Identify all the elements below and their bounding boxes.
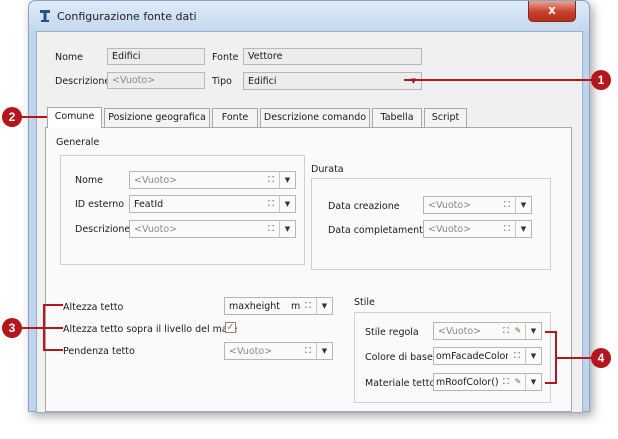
tipo-select[interactable]: Edifici ▼ xyxy=(243,72,422,90)
descrizione-label: Descrizione xyxy=(55,76,111,87)
tab-fonte[interactable]: Fonte xyxy=(212,108,258,127)
callout-4: 4 xyxy=(591,348,611,368)
close-button[interactable]: x xyxy=(528,1,576,22)
callout-3-tick-bottom xyxy=(43,349,63,351)
expression-icon[interactable]: ⛶ xyxy=(266,175,276,185)
chevron-down-icon[interactable]: ▼ xyxy=(515,221,531,237)
gen-id-value: FeatId xyxy=(134,199,164,210)
colore-base-value: omFacadeColor() xyxy=(436,351,508,362)
callout-4-stem xyxy=(556,357,592,359)
pendenza-tetto-label: Pendenza tetto xyxy=(63,346,135,357)
tipo-label: Tipo xyxy=(212,76,232,87)
stile-regola-value: <Vuoto> xyxy=(438,326,482,337)
sopra-mare-checkbox[interactable]: ✓ xyxy=(225,322,236,333)
gen-id-label: ID esterno xyxy=(75,199,125,210)
callout-3-tick-mid xyxy=(43,327,63,329)
data-completamento-value: <Vuoto> xyxy=(428,224,472,235)
fonte-label: Fonte xyxy=(212,52,239,63)
descrizione-field[interactable]: <Vuoto> xyxy=(107,72,205,89)
chevron-down-icon[interactable]: ▼ xyxy=(279,196,295,212)
chevron-down-icon[interactable]: ▼ xyxy=(525,374,541,390)
chevron-down-icon[interactable]: ▼ xyxy=(279,172,295,188)
altezza-tetto-label: Altezza tetto xyxy=(63,302,124,313)
durata-title: Durata xyxy=(311,164,344,175)
expression-icon[interactable]: ⛶ xyxy=(303,346,313,356)
callout-4-tick-bottom xyxy=(545,382,557,384)
tab-script[interactable]: Script xyxy=(424,108,467,127)
callout-3-stem xyxy=(22,327,44,329)
data-completamento-label: Data completamento xyxy=(328,225,429,236)
expression-icon[interactable]: ⛶ xyxy=(512,351,522,361)
gen-nome-value: <Vuoto> xyxy=(134,175,178,186)
data-creazione-combo[interactable]: <Vuoto> ⛶ ▼ xyxy=(423,196,532,214)
expression-icon[interactable]: ⛶ xyxy=(501,377,511,387)
nome-field[interactable]: Edifici xyxy=(107,48,205,65)
tab-comune[interactable]: Comune xyxy=(47,107,102,128)
fonte-field[interactable]: Vettore xyxy=(243,48,422,65)
title-bar[interactable]: Configurazione fonte dati x xyxy=(29,1,589,31)
colore-base-label: Colore di base xyxy=(365,352,433,363)
tab-tabella[interactable]: Tabella xyxy=(372,108,422,127)
materiale-tetto-combo[interactable]: mRoofColor() ⛶ ✎ ▼ xyxy=(433,373,542,391)
pendenza-tetto-value: <Vuoto> xyxy=(229,346,273,357)
chevron-down-icon[interactable]: ▼ xyxy=(515,197,531,213)
callout-3-tick-top xyxy=(43,304,63,306)
materiale-tetto-label: Materiale tetto xyxy=(365,378,436,389)
gen-descrizione-value: <Vuoto> xyxy=(134,224,178,235)
callout-3: 3 xyxy=(2,318,22,338)
chevron-down-icon[interactable]: ▼ xyxy=(406,73,421,89)
chevron-down-icon[interactable]: ▼ xyxy=(316,298,332,314)
altezza-tetto-combo[interactable]: maxheight m ⛶ ▼ xyxy=(224,297,333,315)
altezza-tetto-value: maxheight xyxy=(229,301,280,312)
stile-regola-label: Stile regola xyxy=(365,327,419,338)
sopra-mare-label: Altezza tetto sopra il livello del mare xyxy=(63,324,238,335)
callout-1-line xyxy=(404,79,592,81)
generale-title: Generale xyxy=(56,137,100,148)
gen-descrizione-label: Descrizione xyxy=(75,224,131,235)
expression-icon[interactable]: ⛶ xyxy=(502,200,512,210)
gen-id-combo[interactable]: FeatId ⛶ ▼ xyxy=(129,195,296,213)
data-creazione-label: Data creazione xyxy=(328,201,400,212)
nome-label: Nome xyxy=(55,52,84,63)
altezza-tetto-unit: m xyxy=(291,301,301,312)
expression-icon[interactable]: ⛶ xyxy=(501,326,511,336)
expression-icon[interactable]: ⛶ xyxy=(266,224,276,234)
expression-icon[interactable]: ⛶ xyxy=(303,301,313,311)
gen-nome-label: Nome xyxy=(75,175,104,186)
gen-descrizione-combo[interactable]: <Vuoto> ⛶ ▼ xyxy=(129,220,296,238)
callout-2: 2 xyxy=(2,107,22,127)
window-title: Configurazione fonte dati xyxy=(57,10,197,23)
stile-regola-combo[interactable]: <Vuoto> ⛶ ✎ ▼ xyxy=(433,322,542,340)
data-completamento-combo[interactable]: <Vuoto> ⛶ ▼ xyxy=(423,220,532,238)
stile-title: Stile xyxy=(354,297,375,308)
data-creazione-value: <Vuoto> xyxy=(428,200,472,211)
tipo-select-value: Edifici xyxy=(248,76,277,87)
pencil-icon[interactable]: ✎ xyxy=(513,377,523,387)
chevron-down-icon[interactable]: ▼ xyxy=(525,323,541,339)
tab-descrizione-comando[interactable]: Descrizione comando xyxy=(260,108,370,127)
gen-nome-combo[interactable]: <Vuoto> ⛶ ▼ xyxy=(129,171,296,189)
chevron-down-icon[interactable]: ▼ xyxy=(525,348,541,364)
callout-1: 1 xyxy=(591,70,611,90)
materiale-tetto-value: mRoofColor() xyxy=(436,377,498,388)
expression-icon[interactable]: ⛶ xyxy=(266,199,276,209)
pendenza-tetto-combo[interactable]: <Vuoto> ⛶ ▼ xyxy=(224,342,333,360)
pencil-icon[interactable]: ✎ xyxy=(513,326,523,336)
chevron-down-icon[interactable]: ▼ xyxy=(279,221,295,237)
expression-icon[interactable]: ⛶ xyxy=(502,224,512,234)
tab-posizione-geografica[interactable]: Posizione geografica xyxy=(104,108,210,127)
chevron-down-icon[interactable]: ▼ xyxy=(316,343,332,359)
app-icon xyxy=(40,10,50,22)
colore-base-combo[interactable]: omFacadeColor() ⛶ ▼ xyxy=(433,347,542,365)
